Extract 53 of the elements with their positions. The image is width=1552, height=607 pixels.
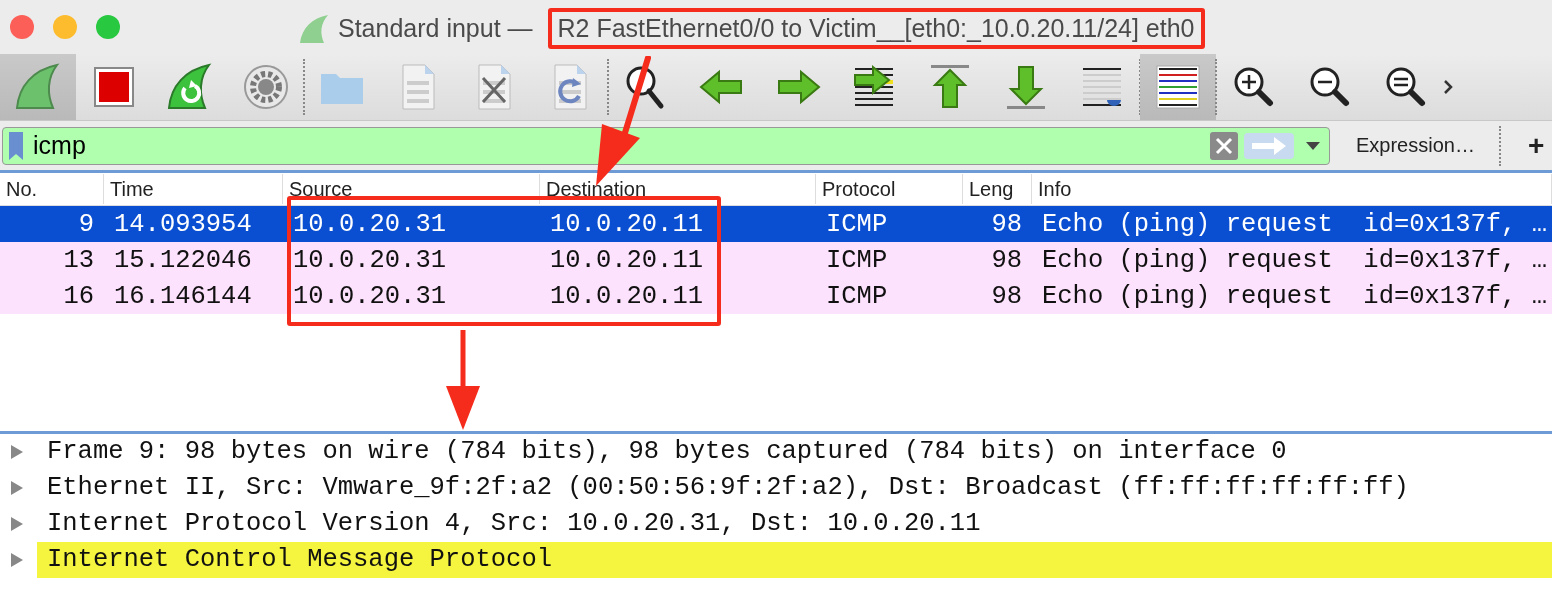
colorize-button[interactable]	[1140, 54, 1216, 120]
table-cell-text: ICMP	[825, 281, 889, 311]
expand-triangle-icon[interactable]	[10, 552, 24, 568]
close-window-button[interactable]	[10, 15, 34, 39]
table-cell-text: 98	[990, 281, 1023, 311]
shark-fin-icon	[298, 13, 330, 44]
table-cell-text: 16	[62, 281, 95, 311]
gear-icon	[241, 62, 291, 112]
tree-item[interactable]: Ethernet II, Src: Vmware_9f:2f:a2 (00:50:56:9f:2f:a2), Dst: Broadcast (ff:ff:ff:ff:ff:ff)	[37, 470, 1552, 506]
table-cell-text: Echo (ping) request id=0x137f, …	[1041, 209, 1548, 239]
table-cell-text: ICMP	[825, 245, 889, 275]
column-header[interactable]: Source	[283, 174, 540, 204]
table-cell-text: 16.146144	[113, 281, 253, 311]
table-cell-text: 10.0.20.11	[549, 281, 705, 311]
close-icon	[1210, 131, 1238, 160]
filter-input[interactable]: icmp	[27, 131, 1207, 160]
table-cell-text: 98	[990, 245, 1023, 275]
display-filter-field[interactable]: icmp	[2, 126, 1330, 165]
table-cell-text: Echo (ping) request id=0x137f, …	[1041, 281, 1548, 311]
column-header[interactable]: Time	[104, 174, 283, 204]
tree-item[interactable]: Internet Protocol Version 4, Src: 10.0.20.31, Dst: 10.0.20.11	[37, 506, 1552, 542]
window-title: R2 FastEthernet0/0 to Victim__[eth0:_10.0.20.11/24] eth0	[547, 8, 1205, 49]
table-cell-text: 13	[62, 245, 95, 275]
column-header[interactable]: Protocol	[816, 174, 963, 204]
table-cell-text: 15.122046	[113, 245, 253, 275]
expand-triangle-icon[interactable]	[10, 480, 24, 496]
expand-triangle-icon[interactable]	[10, 444, 24, 460]
table-cell-text: 10.0.20.31	[292, 245, 448, 275]
table-cell-text: 10.0.20.11	[549, 209, 705, 239]
column-header[interactable]: No.	[0, 174, 104, 204]
table-cell-text: 14.093954	[113, 209, 253, 239]
colored-lines-icon	[1153, 62, 1203, 112]
table-cell-text: Echo (ping) request id=0x137f, …	[1041, 245, 1548, 275]
window-title: Standard input —	[338, 14, 534, 43]
chevron-icon	[1444, 79, 1454, 95]
table-cell-text: 10.0.20.11	[549, 245, 705, 275]
start-capture-button[interactable]	[0, 54, 76, 120]
column-header[interactable]: Info	[1032, 174, 1552, 204]
packet-row[interactable]: 9 14.093954 10.0.20.31 10.0.20.11 ICMP 98 Echo (ping) request id=0x137f, …	[0, 206, 1552, 242]
table-cell-text: 9	[77, 209, 95, 239]
packet-row[interactable]: 16 16.146144 10.0.20.31 10.0.20.11 ICMP 98 Echo (ping) request id=0x137f, …	[0, 278, 1552, 314]
expand-triangle-icon[interactable]	[10, 516, 24, 532]
table-cell-text: ICMP	[825, 209, 889, 239]
table-cell-text: 10.0.20.31	[292, 209, 448, 239]
expression-button[interactable]: Expression…	[1350, 130, 1481, 161]
table-cell-text: 10.0.20.31	[292, 281, 448, 311]
packet-row[interactable]: 13 15.122046 10.0.20.31 10.0.20.11 ICMP 98 Echo (ping) request id=0x137f, …	[0, 242, 1552, 278]
tree-item[interactable]: Internet Control Message Protocol	[37, 542, 1552, 578]
table-cell-text: 98	[990, 209, 1023, 239]
clear-filter-button[interactable]	[1207, 131, 1241, 160]
column-header[interactable]: Leng	[963, 174, 1032, 204]
add-filter-button[interactable]: +	[1527, 129, 1545, 162]
tree-item[interactable]: Frame 9: 98 bytes on wire (784 bits), 98 bytes captured (784 bits) on interface 0	[37, 434, 1552, 470]
